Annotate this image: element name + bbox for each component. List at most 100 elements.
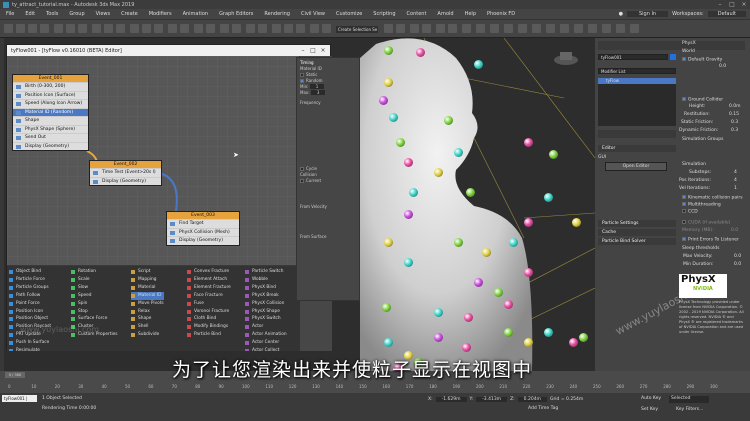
toolbar-tool-icon[interactable]: [630, 24, 639, 33]
menu-item-modifiers[interactable]: Modifiers: [149, 11, 172, 17]
operator-row[interactable]: Display (Geometry): [167, 236, 239, 245]
event-node-3[interactable]: Event_003 Find Target PhysX Collision (Me…: [166, 211, 240, 246]
flow-graph[interactable]: Event_001 Birth (0-300, 200) Position Ico…: [7, 56, 299, 277]
operator-list-item[interactable]: Push In Surface: [9, 339, 51, 347]
toolbar-tool-icon[interactable]: [258, 24, 267, 33]
operator-list-item[interactable]: Mapping: [131, 276, 164, 284]
menu-item-tools[interactable]: Tools: [46, 11, 58, 17]
selection-set-field[interactable]: Create Selection Se: [336, 26, 378, 33]
operator-list-item[interactable]: PhysX Bind: [245, 284, 287, 292]
operator-row[interactable]: Position Icon (Surface): [13, 90, 88, 100]
operator-row[interactable]: Send Out: [13, 133, 88, 142]
print-errors-checkbox[interactable]: Print Errors To Listener: [682, 237, 739, 243]
operator-list-item[interactable]: Particle Switch: [245, 268, 287, 276]
operator-list-item[interactable]: Point Force: [9, 300, 51, 308]
toolbar-tool-icon[interactable]: [272, 24, 281, 33]
operator-list-item[interactable]: Convex Fracture: [187, 268, 231, 276]
toolbar-tool-icon[interactable]: [588, 24, 597, 33]
toolbar-tool-icon[interactable]: [92, 24, 101, 33]
menu-item-views[interactable]: Views: [96, 11, 110, 17]
operator-list-item[interactable]: Stop: [71, 308, 118, 316]
add-time-tag-button[interactable]: Add Time Tag: [528, 406, 558, 411]
operator-list-item[interactable]: Move Pivots: [131, 300, 164, 308]
minimize-icon[interactable]: –: [714, 0, 726, 9]
toolbar-tool-icon[interactable]: [476, 24, 485, 33]
operator-list-item[interactable]: Particle Force: [9, 276, 51, 284]
toolbar-tool-icon[interactable]: [284, 24, 293, 33]
menu-item-phoenix-fd[interactable]: Phoenix FD: [487, 11, 515, 17]
editor-rollout[interactable]: Editor: [598, 145, 676, 152]
toolbar-tool-icon[interactable]: [66, 24, 75, 33]
menu-item-animation[interactable]: Animation: [183, 11, 209, 17]
toolbar-tool-icon[interactable]: [422, 24, 431, 33]
gravity-value[interactable]: 0.0: [719, 64, 726, 69]
operator-list-item[interactable]: Rotation: [71, 268, 118, 276]
kinematic-checkbox[interactable]: Kinematic collision pairs: [682, 195, 743, 201]
particle-settings-rollout[interactable]: Particle Settings: [598, 220, 676, 227]
dynamic-friction-value[interactable]: 0.3: [731, 128, 738, 133]
operator-list-item[interactable]: PhysX Collision: [245, 300, 287, 308]
toolbar-tool-icon[interactable]: [436, 24, 445, 33]
toolbar-tool-icon[interactable]: [168, 24, 177, 33]
operator-list-item[interactable]: Particle Bind: [187, 331, 231, 339]
operator-list-item[interactable]: Scale: [71, 276, 118, 284]
close-icon[interactable]: ×: [738, 0, 750, 9]
operator-list-item[interactable]: Position Object: [9, 315, 51, 323]
toolbar-tool-icon[interactable]: [78, 24, 87, 33]
open-editor-button[interactable]: Open Editor: [605, 162, 667, 171]
menu-item-civil-view[interactable]: Civil View: [301, 11, 325, 17]
operator-list-item[interactable]: Fuse: [187, 300, 231, 308]
operator-list-item[interactable]: PhysX Break: [245, 292, 287, 300]
user-icon[interactable]: ●: [619, 11, 623, 17]
menu-item-graph-editors[interactable]: Graph Editors: [219, 11, 253, 17]
multithreading-checkbox[interactable]: Multithreading: [682, 202, 721, 208]
operator-list-item[interactable]: Element Fracture: [187, 284, 231, 292]
restitution-value[interactable]: 0.15: [729, 112, 739, 117]
max-velocity-value[interactable]: 0.0: [734, 254, 741, 259]
operator-row[interactable]: PhysX Collision (Mesh): [167, 227, 239, 237]
operator-list-item[interactable]: Actor Collect: [245, 347, 287, 351]
operator-list-item[interactable]: Actor Animation: [245, 331, 287, 339]
toolbar-tool-icon[interactable]: [518, 24, 527, 33]
menu-item-file[interactable]: File: [6, 11, 14, 17]
menu-item-scripting[interactable]: Scripting: [373, 11, 395, 17]
operator-row[interactable]: Display (Geometry): [13, 141, 88, 151]
static-friction-value[interactable]: 0.3: [731, 120, 738, 125]
toolbar-tool-icon[interactable]: [448, 24, 457, 33]
operator-list-item[interactable]: Particle Groups: [9, 284, 51, 292]
memory-value[interactable]: 0.0: [731, 228, 738, 233]
gpu-checkbox[interactable]: CUDA (if available): [682, 220, 730, 226]
operator-row[interactable]: Material ID (Random): [13, 107, 88, 116]
object-name-field[interactable]: tyFlow001: [598, 54, 668, 60]
maxscript-listener[interactable]: tyFlow001 |: [2, 395, 37, 402]
toolbar-tool-icon[interactable]: [490, 24, 499, 33]
auto-key-button[interactable]: Auto Key: [641, 396, 661, 401]
event-node-2-header[interactable]: Event_002: [90, 161, 161, 168]
stack-item-tyflow[interactable]: tyFlow: [598, 78, 676, 84]
operator-list-item[interactable]: Surface Force: [71, 315, 118, 323]
ground-collider-checkbox[interactable]: Ground Collider: [682, 97, 723, 103]
toolbar-tool-icon[interactable]: [180, 24, 189, 33]
operator-list-item[interactable]: Resimulate: [9, 347, 51, 351]
operator-list-item[interactable]: Script: [131, 268, 164, 276]
menu-item-edit[interactable]: Edit: [25, 11, 35, 17]
operator-row[interactable]: Display (Geometry): [90, 176, 161, 186]
operator-list-item[interactable]: Object Bind: [9, 268, 51, 276]
menu-item-content[interactable]: Content: [407, 11, 427, 17]
key-filters-button[interactable]: Key Filters...: [676, 407, 703, 412]
operator-row[interactable]: PhysX Shape (Sphere): [13, 124, 88, 134]
default-gravity-checkbox[interactable]: Default Gravity: [682, 57, 722, 63]
toolbar-tool-icon[interactable]: [54, 24, 63, 33]
operator-list-item[interactable]: Wobble: [245, 276, 287, 284]
toolbar-tool-icon[interactable]: [28, 24, 37, 33]
selected-dropdown[interactable]: Selected: [669, 396, 709, 403]
operator-list-item[interactable]: Speed: [71, 292, 118, 300]
height-value[interactable]: 0.0m: [729, 104, 741, 109]
toolbar-tool-icon[interactable]: [410, 24, 419, 33]
maximize-icon[interactable]: □: [726, 0, 738, 9]
toolbar-tool-icon[interactable]: [104, 24, 113, 33]
operator-list-item[interactable]: Position Icon: [9, 308, 51, 316]
operator-list-item[interactable]: Actor: [245, 323, 287, 331]
min-duration-value[interactable]: 0.0: [734, 262, 741, 267]
toolbar-tool-icon[interactable]: [220, 24, 229, 33]
